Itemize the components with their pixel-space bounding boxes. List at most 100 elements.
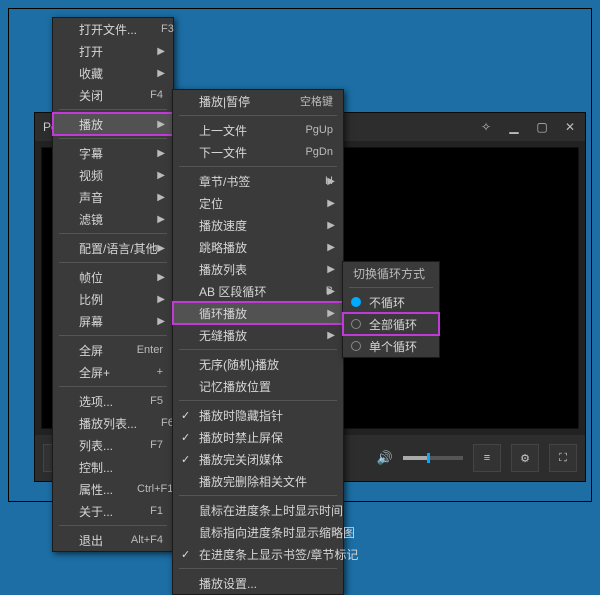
- main-menu-item-25[interactable]: 属性...Ctrl+F1: [53, 478, 173, 500]
- maximize-icon[interactable]: ▢: [535, 120, 549, 134]
- volume-icon[interactable]: 🔊: [377, 450, 393, 466]
- main-menu-item-5[interactable]: 播放▶: [53, 113, 173, 135]
- play-menu-item-10[interactable]: AB 区段循环B▶: [173, 280, 343, 302]
- main-menu-item-18[interactable]: 全屏 Enter: [53, 339, 173, 361]
- check-icon: ✓: [181, 453, 190, 466]
- menu-item-label: 声音: [79, 189, 163, 206]
- menu-header-label: 切换循环方式: [353, 265, 429, 282]
- main-menu-item-1[interactable]: 打开▶: [53, 40, 173, 62]
- loop-menu-header: 切换循环方式: [343, 262, 439, 284]
- play-menu-item-23[interactable]: 鼠标指向进度条时显示缩略图: [173, 521, 343, 543]
- submenu-arrow-icon: ▶: [157, 192, 165, 203]
- menu-item-label: 列表...: [79, 437, 126, 454]
- menu-item-accel: Ctrl+F1: [137, 483, 173, 495]
- menu-item-label: 播放时隐藏指针: [199, 407, 333, 424]
- play-menu-item-22[interactable]: 鼠标在进度条上时显示时间: [173, 499, 343, 521]
- loop-menu-item-0[interactable]: 不循环: [343, 291, 439, 313]
- main-menu-item-0[interactable]: 打开文件... F3: [53, 18, 173, 40]
- submenu-arrow-icon: ▶: [327, 308, 335, 319]
- menu-item-label: 章节/书签: [199, 173, 301, 190]
- play-menu-item-11[interactable]: 循环播放▶: [173, 302, 343, 324]
- play-menu-item-15[interactable]: 记忆播放位置: [173, 375, 343, 397]
- main-menu-item-21[interactable]: 选项...F5: [53, 390, 173, 412]
- main-menu-item-24[interactable]: 控制...: [53, 456, 173, 478]
- check-icon: ✓: [181, 548, 190, 561]
- play-menu-item-0[interactable]: 播放|暂停空格键: [173, 90, 343, 112]
- play-menu-item-18[interactable]: ✓播放时禁止屏保: [173, 426, 343, 448]
- play-menu-item-8[interactable]: 跳略播放▶: [173, 236, 343, 258]
- loop-menu-item-1[interactable]: 全部循环: [343, 313, 439, 335]
- close-icon[interactable]: ✕: [563, 120, 577, 134]
- settings-button[interactable]: ⚙: [511, 444, 539, 472]
- menu-item-label: 单个循环: [369, 338, 429, 355]
- minimize-icon[interactable]: ▁: [507, 120, 521, 134]
- play-menu-item-5[interactable]: 章节/书签H▶: [173, 170, 343, 192]
- submenu-arrow-icon: ▶: [157, 272, 165, 283]
- submenu-arrow-icon: ▶: [327, 264, 335, 275]
- menu-item-label: 鼠标在进度条上时显示时间: [199, 502, 343, 519]
- menu-item-label: 视频: [79, 167, 163, 184]
- menu-item-label: 定位: [199, 195, 333, 212]
- main-menu-item-10[interactable]: 滤镜▶: [53, 208, 173, 230]
- main-menu-item-3[interactable]: 关闭F4: [53, 84, 173, 106]
- menu-item-label: 比例: [79, 291, 163, 308]
- playlist-button[interactable]: ≡: [473, 444, 501, 472]
- submenu-arrow-icon: ▶: [157, 148, 165, 159]
- playback-submenu[interactable]: 播放|暂停空格键上一文件PgUp下一文件PgDn章节/书签H▶定位▶播放速度▶跳…: [172, 89, 344, 595]
- main-menu-item-9[interactable]: 声音▶: [53, 186, 173, 208]
- menu-separator: [179, 495, 337, 496]
- main-menu-item-23[interactable]: 列表... F7: [53, 434, 173, 456]
- main-menu-item-15[interactable]: 比例▶: [53, 288, 173, 310]
- menu-separator: [59, 138, 167, 139]
- play-menu-item-6[interactable]: 定位▶: [173, 192, 343, 214]
- main-menu-item-16[interactable]: 屏幕▶: [53, 310, 173, 332]
- menu-item-label: 循环播放: [199, 305, 333, 322]
- menu-item-label: 滤镜: [79, 211, 163, 228]
- main-menu-item-19[interactable]: 全屏++: [53, 361, 173, 383]
- main-menu-item-12[interactable]: 配置/语言/其他▶: [53, 237, 173, 259]
- pin-icon[interactable]: ✧: [479, 120, 493, 134]
- submenu-arrow-icon: ▶: [327, 198, 335, 209]
- main-menu-item-26[interactable]: 关于...F1: [53, 500, 173, 522]
- main-menu-item-22[interactable]: 播放列表...F6: [53, 412, 173, 434]
- loop-menu-item-2[interactable]: 单个循环: [343, 335, 439, 357]
- menu-item-label: 全屏: [79, 342, 113, 359]
- menu-item-label: 无序(随机)播放: [199, 356, 333, 373]
- menu-item-label: 打开文件...: [79, 21, 137, 38]
- play-menu-item-9[interactable]: 播放列表▶: [173, 258, 343, 280]
- play-menu-item-26[interactable]: 播放设置...: [173, 572, 343, 594]
- menu-item-accel: F3: [161, 23, 174, 35]
- volume-slider[interactable]: [403, 456, 463, 460]
- main-menu-item-2[interactable]: 收藏▶: [53, 62, 173, 84]
- check-icon: ✓: [181, 431, 190, 444]
- menu-item-label: 打开: [79, 43, 163, 60]
- menu-item-label: 鼠标指向进度条时显示缩略图: [199, 524, 355, 541]
- submenu-arrow-icon: ▶: [157, 294, 165, 305]
- radio-icon: [351, 341, 361, 351]
- play-menu-item-7[interactable]: 播放速度▶: [173, 214, 343, 236]
- menu-item-label: 退出: [79, 532, 107, 549]
- menu-item-accel: Alt+F4: [131, 534, 163, 546]
- play-menu-item-14[interactable]: 无序(随机)播放: [173, 353, 343, 375]
- submenu-arrow-icon: ▶: [157, 68, 165, 79]
- main-menu-item-14[interactable]: 帧位▶: [53, 266, 173, 288]
- submenu-arrow-icon: ▶: [157, 243, 165, 254]
- play-menu-item-12[interactable]: 无缝播放▶: [173, 324, 343, 346]
- play-menu-item-19[interactable]: ✓播放完关闭媒体: [173, 448, 343, 470]
- menu-item-accel: F5: [150, 395, 163, 407]
- play-menu-item-20[interactable]: 播放完删除相关文件: [173, 470, 343, 492]
- play-menu-item-2[interactable]: 上一文件PgUp: [173, 119, 343, 141]
- play-menu-item-24[interactable]: ✓在进度条上显示书签/章节标记: [173, 543, 343, 565]
- main-context-menu[interactable]: 打开文件...F3打开▶收藏▶关闭F4播放▶字幕▶视频▶声音▶滤镜▶配置/语言/…: [52, 17, 174, 552]
- main-menu-item-8[interactable]: 视频▶: [53, 164, 173, 186]
- fullscreen-button[interactable]: ⛶: [549, 444, 577, 472]
- menu-separator: [59, 525, 167, 526]
- main-menu-item-28[interactable]: 退出 Alt+F4: [53, 529, 173, 551]
- loop-submenu[interactable]: 切换循环方式不循环全部循环单个循环: [342, 261, 440, 358]
- menu-separator: [179, 349, 337, 350]
- menu-item-accel: Enter: [137, 344, 163, 356]
- main-menu-item-7[interactable]: 字幕▶: [53, 142, 173, 164]
- menu-item-accel: F7: [150, 439, 163, 451]
- play-menu-item-3[interactable]: 下一文件PgDn: [173, 141, 343, 163]
- play-menu-item-17[interactable]: ✓播放时隐藏指针: [173, 404, 343, 426]
